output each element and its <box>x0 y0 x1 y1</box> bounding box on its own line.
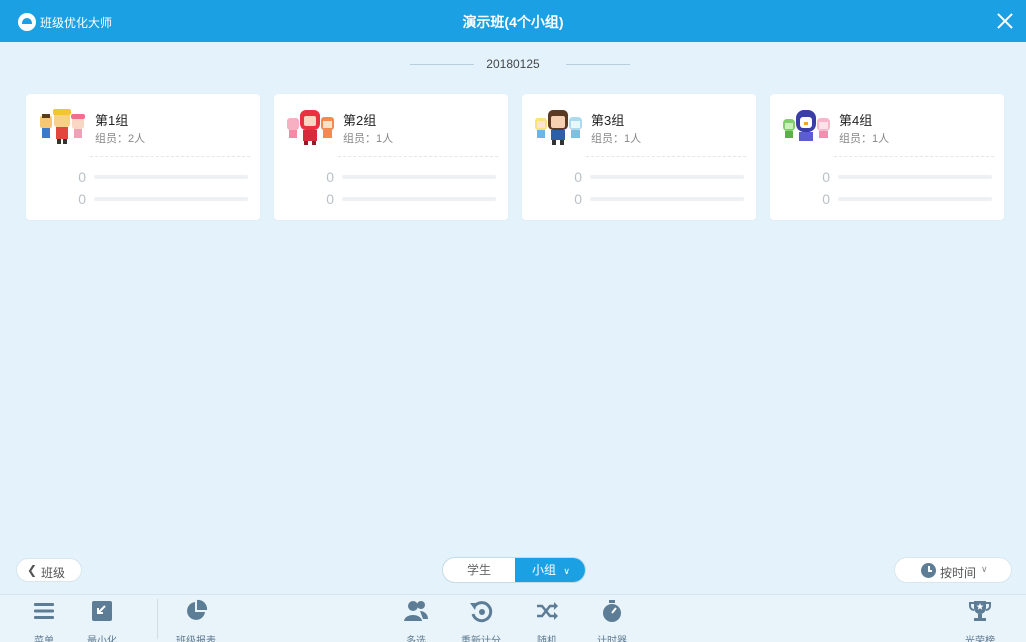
date-line-right <box>566 64 630 65</box>
timer-label: 计时器 <box>582 632 642 642</box>
card-divider <box>834 156 994 157</box>
group-score-bar-2 <box>342 197 496 201</box>
class-report-label: 班级报表 <box>166 632 226 642</box>
group-score-1: 0 <box>318 169 334 185</box>
multi-user-icon <box>404 599 428 623</box>
class-report-button[interactable]: 班级报表 <box>166 599 226 642</box>
group-score-2: 0 <box>318 191 334 207</box>
multi-select-button[interactable]: 多选 <box>386 599 446 642</box>
group-score-bar-1 <box>838 175 992 179</box>
menu-button[interactable]: 菜单 <box>14 599 74 642</box>
view-option-groups[interactable]: 小组 ∨ <box>515 558 586 582</box>
date-label: 20180125 <box>486 57 539 71</box>
menu-icon <box>32 599 56 623</box>
group-member-count: 组员：2人 <box>95 130 145 146</box>
group-card-2[interactable]: 第2组 组员：1人 0 0 <box>274 94 508 220</box>
group-score-2: 0 <box>70 191 86 207</box>
group-avatar-icon <box>534 108 584 146</box>
title-bar: 班级优化大师 演示班(4个小组) <box>0 0 1026 42</box>
group-score-bar-1 <box>590 175 744 179</box>
timer-icon <box>600 599 624 623</box>
view-option-groups-label: 小组 <box>532 563 556 577</box>
card-divider <box>338 156 498 157</box>
group-score-1: 0 <box>70 169 86 185</box>
menu-label: 菜单 <box>14 632 74 642</box>
multi-select-label: 多选 <box>386 632 446 642</box>
random-label: 随机 <box>517 632 577 642</box>
group-score-1: 0 <box>566 169 582 185</box>
reset-icon <box>469 599 493 623</box>
reset-score-label: 重新计分 <box>451 632 511 642</box>
honor-roll-button[interactable]: 光荣榜 <box>950 599 1010 642</box>
group-name: 第1组 <box>95 110 128 129</box>
clock-icon <box>921 563 936 578</box>
sort-label: 按时间 <box>940 564 976 581</box>
chevron-down-icon: ∨ <box>981 564 988 575</box>
group-member-count: 组员：1人 <box>591 130 641 146</box>
date-header: 20180125 <box>0 57 1026 71</box>
group-avatar-icon <box>782 108 832 146</box>
group-avatar-icon <box>38 108 88 146</box>
honor-roll-label: 光荣榜 <box>950 632 1010 642</box>
chevron-down-icon: ∨ <box>563 566 570 576</box>
bottom-toolbar: 菜单 最小化 班级报表 多选 重新计分 随机 计时器 <box>0 594 1026 642</box>
group-member-count: 组员：1人 <box>839 130 889 146</box>
date-line-left <box>410 64 474 65</box>
trophy-icon <box>968 599 992 623</box>
minimize-button[interactable]: 最小化 <box>72 599 132 642</box>
pie-chart-icon <box>184 599 208 623</box>
group-member-count: 组员：1人 <box>343 130 393 146</box>
group-card-3[interactable]: 第3组 组员：1人 0 0 <box>522 94 756 220</box>
group-name: 第3组 <box>591 110 624 129</box>
random-button[interactable]: 随机 <box>517 599 577 642</box>
view-toggle: 学生 小组 ∨ <box>442 557 586 583</box>
group-score-2: 0 <box>814 191 830 207</box>
group-name: 第2组 <box>343 110 376 129</box>
shuffle-icon <box>535 599 559 623</box>
group-score-bar-2 <box>590 197 744 201</box>
minimize-icon <box>90 599 114 623</box>
group-score-bar-1 <box>94 175 248 179</box>
group-card-1[interactable]: 第1组 组员：2人 0 0 <box>26 94 260 220</box>
sort-button[interactable]: 按时间 ∨ <box>894 557 1012 583</box>
reset-score-button[interactable]: 重新计分 <box>451 599 511 642</box>
back-button-label: 班级 <box>41 564 65 581</box>
close-icon[interactable] <box>994 10 1016 32</box>
group-score-bar-1 <box>342 175 496 179</box>
chevron-left-icon: ❮ <box>27 563 37 577</box>
group-score-bar-2 <box>838 197 992 201</box>
minimize-label: 最小化 <box>72 632 132 642</box>
group-score-1: 0 <box>814 169 830 185</box>
group-score-2: 0 <box>566 191 582 207</box>
back-to-class-button[interactable]: ❮ 班级 <box>16 558 82 582</box>
window-title: 演示班(4个小组) <box>0 12 1026 32</box>
toolbar-divider <box>157 599 158 639</box>
view-option-students[interactable]: 学生 <box>443 558 515 582</box>
group-name: 第4组 <box>839 110 872 129</box>
card-divider <box>90 156 250 157</box>
group-card-4[interactable]: 第4组 组员：1人 0 0 <box>770 94 1004 220</box>
card-divider <box>586 156 746 157</box>
group-avatar-icon <box>286 108 336 146</box>
timer-button[interactable]: 计时器 <box>582 599 642 642</box>
group-score-bar-2 <box>94 197 248 201</box>
